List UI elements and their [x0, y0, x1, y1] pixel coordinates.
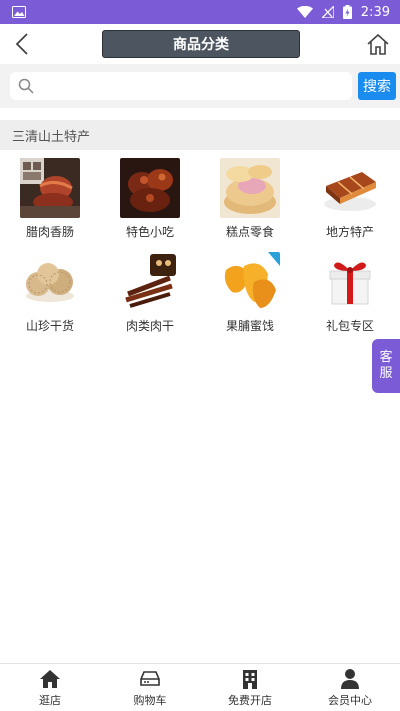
category-item[interactable]: 礼包专区: [300, 244, 400, 338]
bottom-nav: 逛店 购物车 免费开店 会员中心: [0, 663, 400, 711]
search-icon: [18, 78, 34, 94]
category-label: 山珍干货: [25, 319, 74, 333]
status-time: 2:39: [360, 4, 390, 20]
category-label: 礼包专区: [325, 319, 374, 333]
pastry-image: [220, 158, 280, 218]
category-label: 地方特产: [325, 225, 374, 239]
snack-image: [120, 158, 180, 218]
category-item[interactable]: 糕点零食: [200, 150, 300, 244]
category-item[interactable]: 腊肉香肠: [0, 150, 100, 244]
nav-label: 购物车: [133, 693, 167, 707]
building-icon: [241, 668, 259, 690]
user-icon: [341, 668, 359, 690]
gift-image: [320, 252, 380, 312]
search-button[interactable]: 搜索: [358, 72, 396, 100]
home-button[interactable]: [364, 30, 392, 58]
specialty-image: [320, 158, 380, 218]
nav-label: 会员中心: [328, 693, 372, 707]
mushroom-image: [20, 252, 80, 312]
nav-label: 免费开店: [228, 693, 272, 707]
category-item[interactable]: 肉类肉干: [100, 244, 200, 338]
jerky-image: [120, 252, 180, 312]
category-label: 肉类肉干: [125, 319, 174, 333]
back-button[interactable]: [8, 30, 36, 58]
category-label: 腊肉香肠: [25, 225, 74, 239]
status-bar: 2:39: [0, 0, 400, 24]
gallery-notification-icon: [12, 6, 26, 18]
dried-fruit-image: [220, 252, 280, 312]
category-label: 特色小吃: [125, 225, 174, 239]
category-section-title: 三清山土特产: [0, 120, 400, 150]
home-icon: [40, 668, 60, 690]
battery-charging-icon: [342, 5, 352, 19]
header: 商品分类: [0, 24, 400, 64]
nav-item-cart[interactable]: 购物车: [100, 664, 200, 711]
cart-icon: [140, 668, 160, 690]
category-item[interactable]: 果脯蜜饯: [200, 244, 300, 338]
search-field-container[interactable]: [10, 72, 352, 100]
customer-service-button[interactable]: 客 服: [372, 339, 400, 393]
category-item[interactable]: 特色小吃: [100, 150, 200, 244]
nav-item-store[interactable]: 逛店: [0, 664, 100, 711]
nav-item-open-store[interactable]: 免费开店: [200, 664, 300, 711]
category-grid: 腊肉香肠 特色小吃 糕点零食 地方特产 山珍干货 肉类肉干 果脯蜜饯 礼包专区: [0, 150, 400, 338]
search-input[interactable]: [40, 74, 352, 98]
page-title: 商品分类: [102, 30, 300, 58]
category-label: 糕点零食: [225, 225, 274, 239]
wifi-icon: [296, 6, 313, 18]
category-item[interactable]: 山珍干货: [0, 244, 100, 338]
sausage-image: [20, 158, 80, 218]
service-label-line2: 服: [379, 366, 393, 381]
category-item[interactable]: 地方特产: [300, 150, 400, 244]
service-label-line1: 客: [379, 350, 393, 365]
search-bar: 搜索: [0, 64, 400, 108]
nav-item-member[interactable]: 会员中心: [300, 664, 400, 711]
category-label: 果脯蜜饯: [225, 319, 274, 333]
nav-label: 逛店: [39, 693, 61, 707]
signal-off-icon: [321, 6, 334, 18]
home-icon: [367, 33, 389, 55]
chevron-left-icon: [15, 33, 28, 55]
